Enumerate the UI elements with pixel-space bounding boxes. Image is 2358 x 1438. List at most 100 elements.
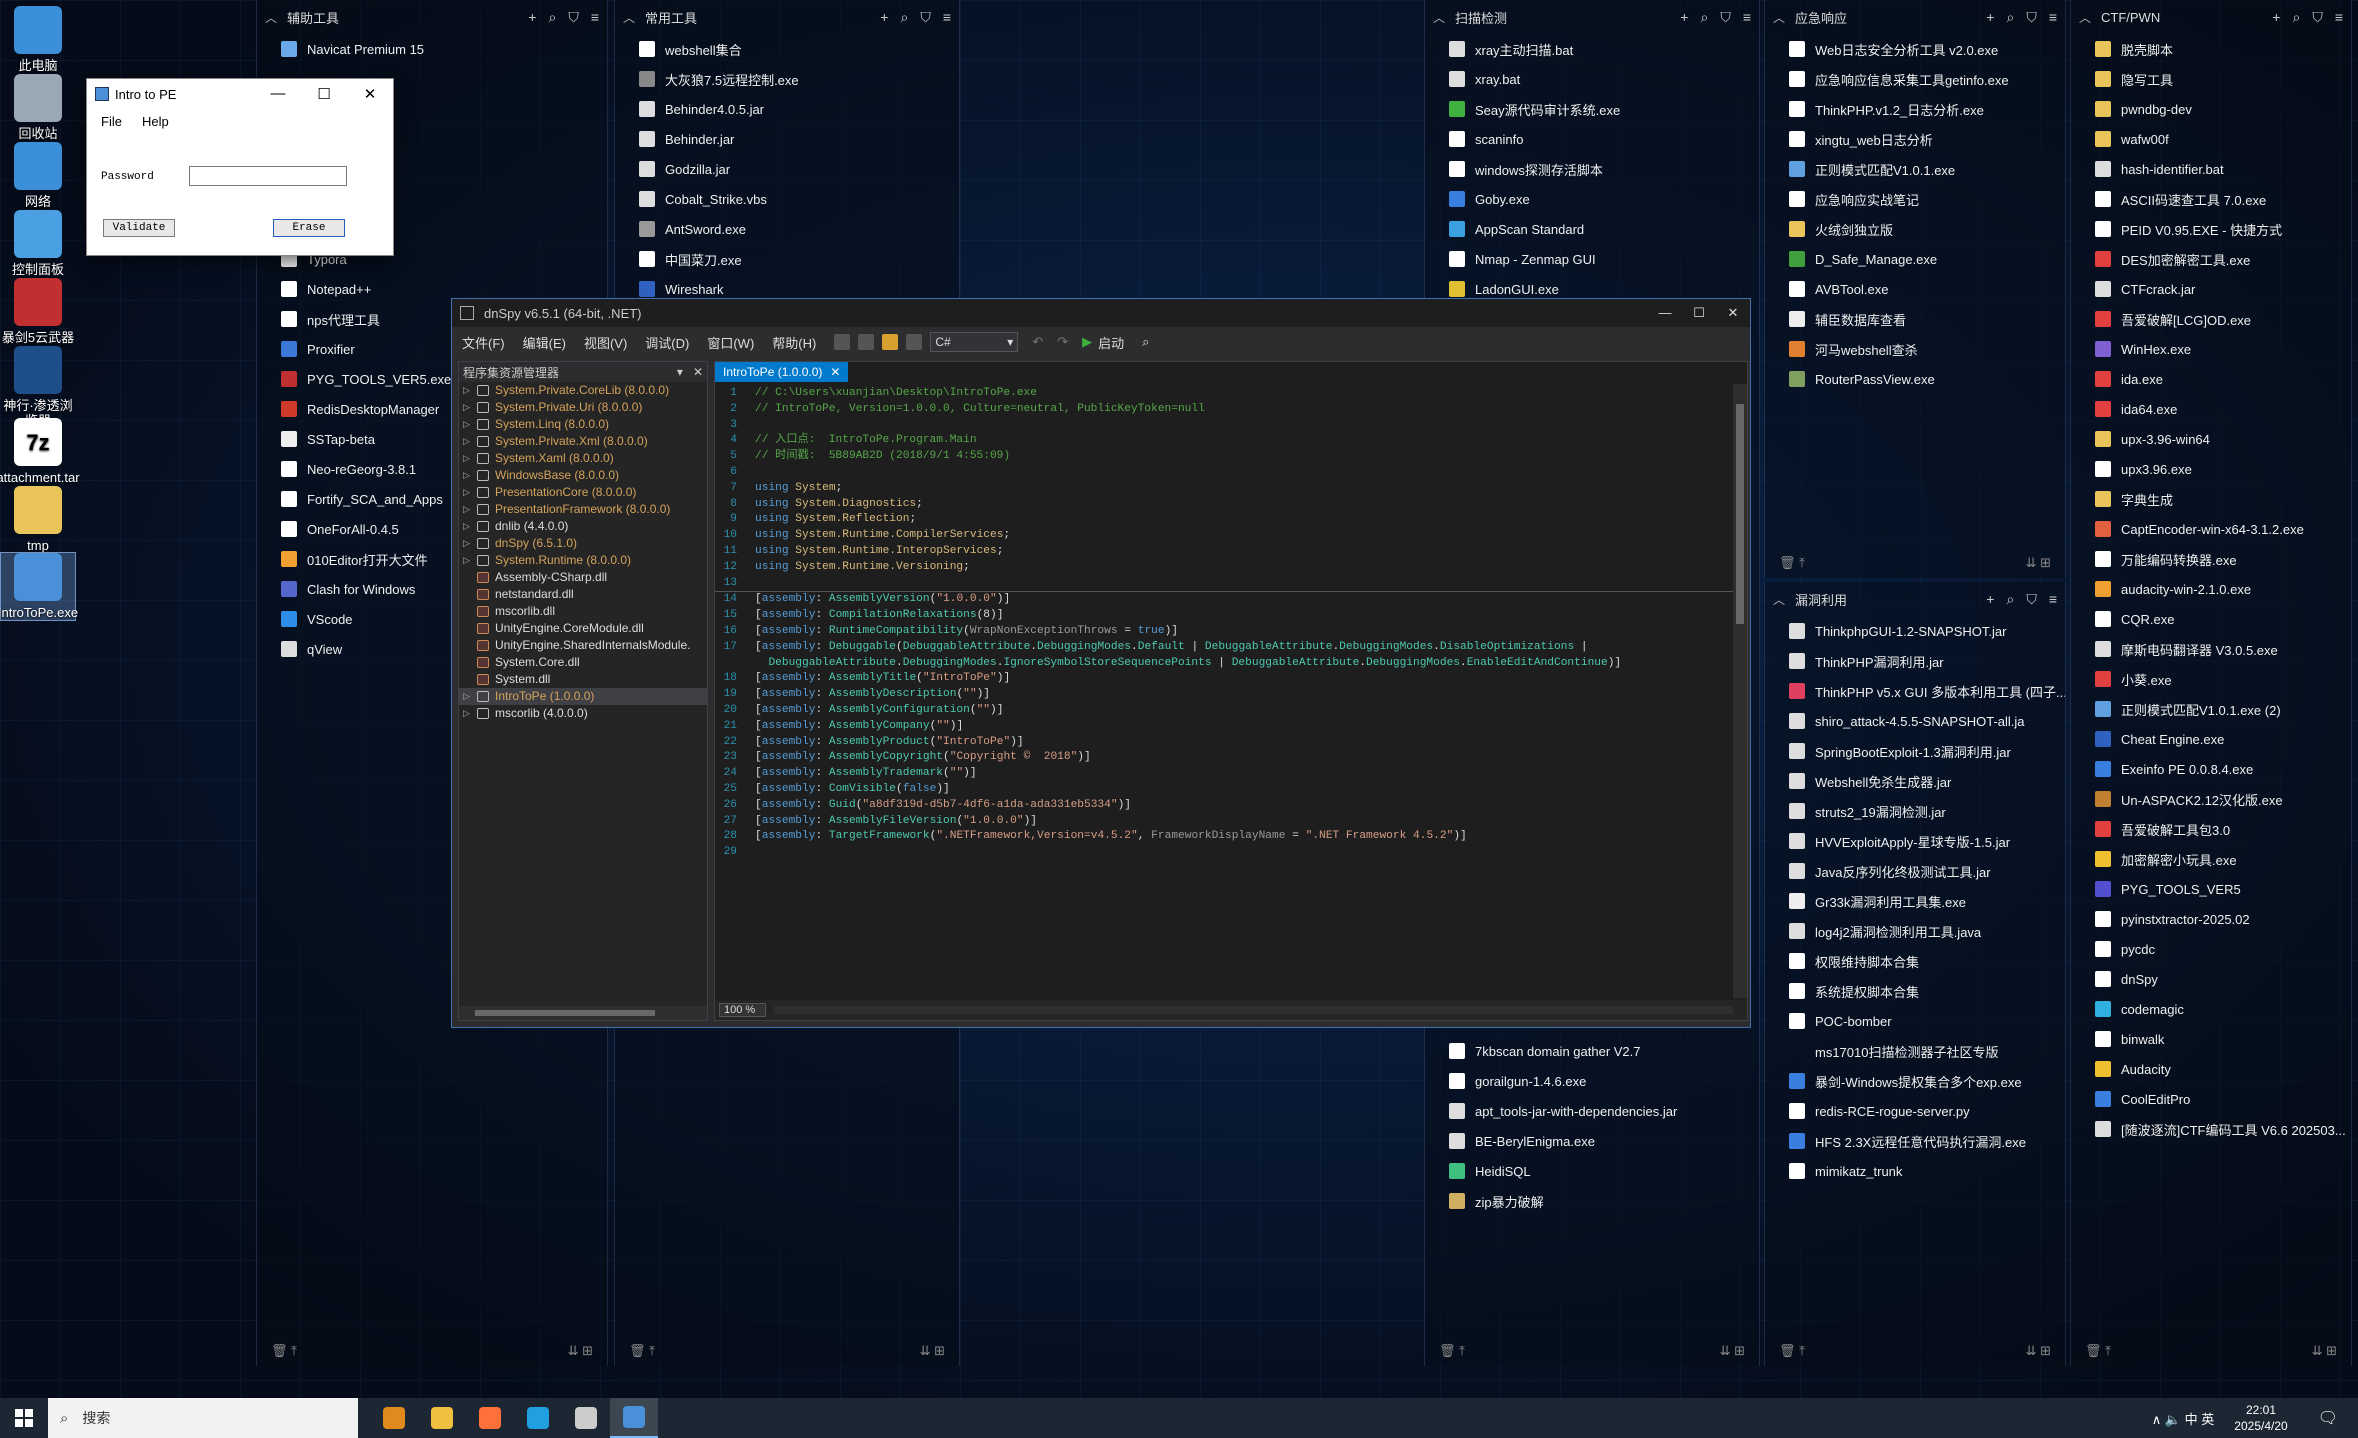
fence-item[interactable]: 应急响应实战笔记 bbox=[1765, 184, 2065, 214]
search-icon[interactable]: ⌕ bbox=[2292, 9, 2300, 26]
taskbar-app-4[interactable] bbox=[562, 1398, 610, 1438]
fence-item[interactable]: PYG_TOOLS_VER5 bbox=[2071, 874, 2351, 904]
bookmark-icon[interactable]: ⛉ bbox=[920, 9, 931, 26]
fence-item[interactable]: zip暴力破解 bbox=[1425, 1186, 1759, 1216]
expand-arrow-icon[interactable]: ▷ bbox=[463, 399, 475, 416]
fence-item[interactable]: 火绒剑独立版 bbox=[1765, 214, 2065, 244]
tree-node[interactable]: ▷ System.Private.Xml (8.0.0.0) bbox=[459, 433, 707, 450]
tree-node[interactable]: ▷ WindowsBase (8.0.0.0) bbox=[459, 467, 707, 484]
expand-arrow-icon[interactable]: ▷ bbox=[463, 535, 475, 552]
desktop-icon-0[interactable]: 此电脑 bbox=[0, 6, 76, 73]
tree-node[interactable]: Assembly-CSharp.dll bbox=[459, 569, 707, 586]
desktop-icon-2[interactable]: 网络 bbox=[0, 142, 76, 209]
minimize-button[interactable]: — bbox=[255, 85, 301, 103]
menu-icon[interactable]: ≡ bbox=[2335, 9, 2343, 26]
fence-item[interactable]: 权限维持脚本合集 bbox=[1765, 946, 2065, 976]
save-icon[interactable] bbox=[906, 334, 923, 350]
add-icon[interactable]: + bbox=[1680, 9, 1688, 26]
collapse-chevron-icon[interactable]: ︿ bbox=[1773, 9, 1789, 26]
fence-item[interactable]: 隐写工具 bbox=[2071, 64, 2351, 94]
explorer-hscroll[interactable] bbox=[459, 1006, 707, 1020]
fence-item[interactable]: log4j2漏洞检测利用工具.java bbox=[1765, 916, 2065, 946]
tree-node[interactable]: ▷ System.Linq (8.0.0.0) bbox=[459, 416, 707, 433]
fence-item[interactable]: 正则模式匹配V1.0.1.exe bbox=[1765, 154, 2065, 184]
fence-item[interactable]: Behinder.jar bbox=[615, 124, 959, 154]
fence-item[interactable]: ida64.exe bbox=[2071, 394, 2351, 424]
fence-item[interactable]: AntSword.exe bbox=[615, 214, 959, 244]
taskbar-app-1[interactable] bbox=[418, 1398, 466, 1438]
desktop-icon-8[interactable]: IntroToPe.exe bbox=[0, 552, 78, 621]
fence-item[interactable]: mimikatz_trunk bbox=[1765, 1156, 2065, 1186]
start-button[interactable] bbox=[0, 1398, 48, 1438]
forward-icon[interactable] bbox=[858, 334, 875, 350]
notification-icon[interactable]: 🗨 bbox=[2318, 1408, 2338, 1428]
expand-arrow-icon[interactable]: ▷ bbox=[463, 416, 475, 433]
trash-pin-icon[interactable]: 🗑 ⤒ bbox=[629, 1343, 655, 1359]
fence-item[interactable]: upx-3.96-win64 bbox=[2071, 424, 2351, 454]
fence-item[interactable]: Navicat Premium 15 bbox=[257, 34, 607, 64]
tree-node[interactable]: mscorlib.dll bbox=[459, 603, 707, 620]
fence-item[interactable]: struts2_19漏洞检测.jar bbox=[1765, 796, 2065, 826]
fence-item[interactable]: CoolEditPro bbox=[2071, 1084, 2351, 1114]
fence-item[interactable]: SpringBootExploit-1.3漏洞利用.jar bbox=[1765, 736, 2065, 766]
expand-arrow-icon[interactable]: ▷ bbox=[463, 433, 475, 450]
fence-item[interactable]: AppScan Standard bbox=[1425, 214, 1759, 244]
tree-node[interactable]: System.Core.dll bbox=[459, 654, 707, 671]
tree-node[interactable]: ▷ IntroToPe (1.0.0.0) bbox=[459, 688, 707, 705]
fence-item[interactable]: gorailgun-1.4.6.exe bbox=[1425, 1066, 1759, 1096]
tree-node[interactable]: ▷ System.Runtime (8.0.0.0) bbox=[459, 552, 707, 569]
fence-item[interactable]: pycdc bbox=[2071, 934, 2351, 964]
fence-item[interactable]: binwalk bbox=[2071, 1024, 2351, 1054]
fence-item[interactable]: upx3.96.exe bbox=[2071, 454, 2351, 484]
fence-item[interactable]: Cobalt_Strike.vbs bbox=[615, 184, 959, 214]
fence-item[interactable]: 辅臣数据库查看 bbox=[1765, 304, 2065, 334]
code-vscroll-thumb[interactable] bbox=[1736, 404, 1744, 624]
tree-node[interactable]: ▷ PresentationCore (8.0.0.0) bbox=[459, 484, 707, 501]
bookmark-icon[interactable]: ⛉ bbox=[2026, 591, 2037, 608]
fence-item[interactable]: Goby.exe bbox=[1425, 184, 1759, 214]
code-hscroll[interactable] bbox=[774, 1006, 1733, 1014]
fence-item[interactable]: 系统提权脚本合集 bbox=[1765, 976, 2065, 1006]
fence-item[interactable]: D_Safe_Manage.exe bbox=[1765, 244, 2065, 274]
fence-item[interactable]: [随波逐流]CTF编码工具 V6.6 202503... bbox=[2071, 1114, 2351, 1144]
code-vscroll[interactable] bbox=[1733, 384, 1747, 998]
fence-item[interactable]: shiro_attack-4.5.5-SNAPSHOT-all.ja bbox=[1765, 706, 2065, 736]
tree-node[interactable]: ▷ PresentationFramework (8.0.0.0) bbox=[459, 501, 707, 518]
fence-item[interactable]: webshell集合 bbox=[615, 34, 959, 64]
fence-item[interactable]: 中国菜刀.exe bbox=[615, 244, 959, 274]
dnspy-maximize-button[interactable]: ☐ bbox=[1682, 305, 1716, 321]
fence-item[interactable]: dnSpy bbox=[2071, 964, 2351, 994]
tree-node[interactable]: ▷ dnlib (4.4.0.0) bbox=[459, 518, 707, 535]
fence-item[interactable]: AVBTool.exe bbox=[1765, 274, 2065, 304]
fence-item[interactable]: pyinstxtractor-2025.02 bbox=[2071, 904, 2351, 934]
desktop-icon-3[interactable]: 控制面板 bbox=[0, 210, 76, 277]
fence-item[interactable]: POC-bomber bbox=[1765, 1006, 2065, 1036]
tree-node[interactable]: UnityEngine.CoreModule.dll bbox=[459, 620, 707, 637]
fence-item[interactable]: 脱壳脚本 bbox=[2071, 34, 2351, 64]
tab-close-icon[interactable]: ✕ bbox=[830, 365, 840, 379]
menu-icon[interactable]: ≡ bbox=[591, 9, 599, 26]
expand-arrow-icon[interactable]: ▷ bbox=[463, 450, 475, 467]
taskbar-app-5[interactable] bbox=[610, 1398, 658, 1438]
fence-item[interactable]: 小葵.exe bbox=[2071, 664, 2351, 694]
taskbar-app-3[interactable] bbox=[514, 1398, 562, 1438]
search-icon[interactable]: ⌕ bbox=[2006, 9, 2014, 26]
desktop-icon-5[interactable]: 神行·渗透浏览器 bbox=[0, 346, 76, 428]
tree-node[interactable]: ▷ dnSpy (6.5.1.0) bbox=[459, 535, 707, 552]
close-button[interactable]: ✕ bbox=[347, 85, 393, 103]
view-toggle-icon[interactable]: ⇊ ⊞ bbox=[920, 1343, 945, 1359]
fence-item[interactable]: Gr33k漏洞利用工具集.exe bbox=[1765, 886, 2065, 916]
fence-item[interactable]: 大灰狼7.5远程控制.exe bbox=[615, 64, 959, 94]
fence-item[interactable]: ThinkphpGUI-1.2-SNAPSHOT.jar bbox=[1765, 616, 2065, 646]
search-icon[interactable]: ⌕ bbox=[1142, 334, 1149, 350]
fence-item[interactable]: Behinder4.0.5.jar bbox=[615, 94, 959, 124]
fence-item[interactable]: BE-BerylEnigma.exe bbox=[1425, 1126, 1759, 1156]
dnspy-menu-3[interactable]: 调试(D) bbox=[645, 333, 689, 352]
fence-item[interactable]: ThinkPHP v5.x GUI 多版本利用工具 (四子... bbox=[1765, 676, 2065, 706]
view-toggle-icon[interactable]: ⇊ ⊞ bbox=[2026, 555, 2051, 571]
collapse-chevron-icon[interactable]: ︿ bbox=[1773, 591, 1789, 608]
start-debug-button[interactable]: ▶ 启动 bbox=[1082, 333, 1124, 352]
fence-item[interactable]: 字典生成 bbox=[2071, 484, 2351, 514]
expand-arrow-icon[interactable]: ▷ bbox=[463, 467, 475, 484]
collapse-chevron-icon[interactable]: ︿ bbox=[623, 9, 639, 26]
